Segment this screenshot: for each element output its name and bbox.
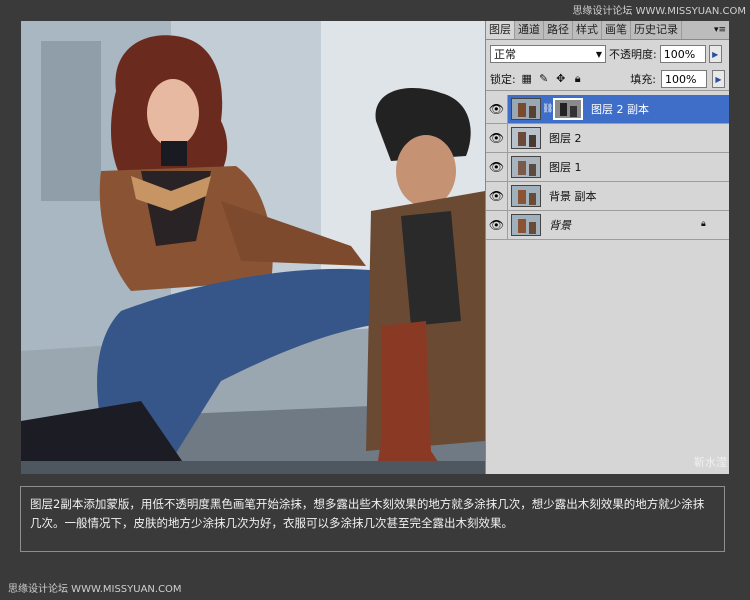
chevron-down-icon: ▼ xyxy=(595,49,602,59)
eye-icon[interactable]: 👁︎ xyxy=(486,95,508,123)
layer-thumbnail xyxy=(511,185,541,207)
chain-link-icon[interactable]: ⛓︎ xyxy=(542,104,553,114)
layer-thumbnail xyxy=(511,98,541,120)
lock-fill-row: 锁定: ▦ ✎ ✥ 🔒︎ 填充: ▶ xyxy=(486,68,729,91)
layer-thumbnail xyxy=(511,127,541,149)
layer-list: 👁︎ ⛓︎ 图层 2 副本 👁︎ 图层 2 👁︎ 图层 1 👁︎ 背景 副本 👁… xyxy=(486,95,729,240)
eye-icon[interactable]: 👁︎ xyxy=(486,211,508,239)
tab-history[interactable]: 历史记录 xyxy=(631,21,682,39)
lock-all-icon[interactable]: 🔒︎ xyxy=(572,73,584,85)
tutorial-caption: 图层2副本添加蒙版，用低不透明度黑色画笔开始涂抹，想多露出些木刻效果的地方就多涂… xyxy=(20,486,725,552)
opacity-input[interactable] xyxy=(659,45,706,63)
fill-input[interactable] xyxy=(661,70,707,88)
watermark-bottom: 思缘设计论坛 WWW.MISSYUAN.COM xyxy=(8,584,182,595)
lock-position-move-icon[interactable]: ✥ xyxy=(555,73,567,85)
tab-paths[interactable]: 路径 xyxy=(544,21,573,39)
opacity-label: 不透明度: xyxy=(609,48,657,61)
eye-icon[interactable]: 👁︎ xyxy=(486,182,508,210)
layer-row-layer1[interactable]: 👁︎ 图层 1 xyxy=(486,153,729,182)
layer-name: 图层 2 副本 xyxy=(591,103,649,116)
tab-channels[interactable]: 通道 xyxy=(515,21,544,39)
eye-icon[interactable]: 👁︎ xyxy=(486,124,508,152)
panel-menu-icon[interactable]: ▾≡ xyxy=(714,21,726,39)
lock-label: 锁定: xyxy=(490,73,516,86)
fill-slider-button[interactable]: ▶ xyxy=(712,70,725,88)
fill-label: 填充: xyxy=(630,73,656,86)
tab-layers[interactable]: 图层 xyxy=(486,21,515,39)
photo-watermark: 靳水滢 xyxy=(694,456,727,469)
layer-row-background[interactable]: 👁︎ 背景 🔒︎ xyxy=(486,211,729,240)
layer-row-layer2[interactable]: 👁︎ 图层 2 xyxy=(486,124,729,153)
layer-name: 图层 2 xyxy=(549,132,582,145)
opacity-slider-button[interactable]: ▶ xyxy=(708,45,722,63)
layer-name: 背景 xyxy=(549,219,571,232)
blend-mode-select[interactable]: 正常 ▼ xyxy=(490,45,606,63)
watermark-top: 思缘设计论坛 WWW.MISSYUAN.COM xyxy=(572,6,746,17)
panel-tabs: 图层 通道 路径 样式 画笔 历史记录 ▾≡ xyxy=(486,21,729,40)
lock-icon: 🔒︎ xyxy=(701,219,706,229)
layer-row-layer2-copy[interactable]: 👁︎ ⛓︎ 图层 2 副本 xyxy=(486,95,729,124)
lock-transparency-icon[interactable]: ▦ xyxy=(521,73,533,85)
blend-opacity-row: 正常 ▼ 不透明度: ▶ xyxy=(486,40,729,68)
layer-thumbnail xyxy=(511,214,541,236)
tab-brushes[interactable]: 画笔 xyxy=(602,21,631,39)
eye-icon[interactable]: 👁︎ xyxy=(486,153,508,181)
layer-thumbnail xyxy=(511,156,541,178)
layer-name: 背景 副本 xyxy=(549,190,597,203)
layer-name: 图层 1 xyxy=(549,161,582,174)
layers-panel: 图层 通道 路径 样式 画笔 历史记录 ▾≡ 正常 ▼ 不透明度: ▶ 锁定: … xyxy=(485,21,729,474)
lock-paint-brush-icon[interactable]: ✎ xyxy=(538,73,550,85)
tab-styles[interactable]: 样式 xyxy=(573,21,602,39)
blend-mode-value: 正常 xyxy=(494,48,516,61)
layer-mask-thumbnail[interactable] xyxy=(553,98,583,120)
layer-row-background-copy[interactable]: 👁︎ 背景 副本 xyxy=(486,182,729,211)
canvas-photo[interactable] xyxy=(21,21,485,474)
photo-illustration xyxy=(21,21,485,474)
